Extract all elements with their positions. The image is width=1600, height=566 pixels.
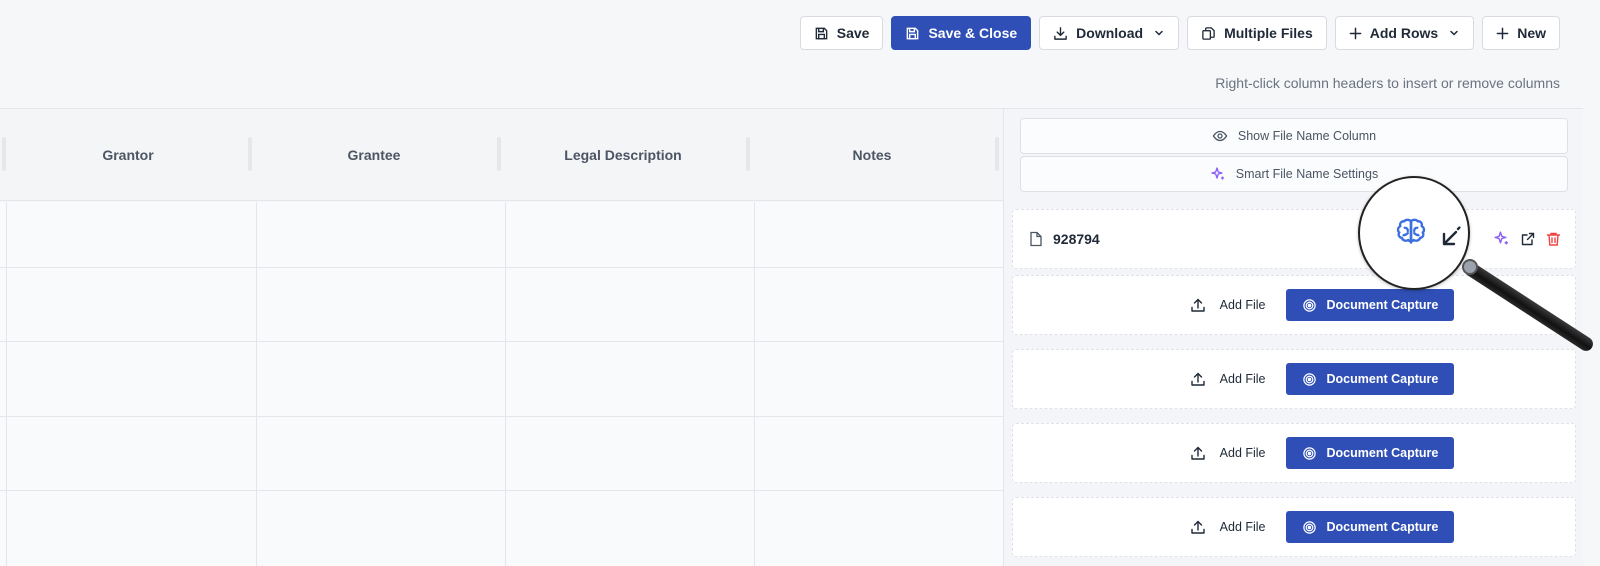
document-capture-label: Document Capture (1326, 520, 1439, 534)
add-file-label: Add File (1219, 298, 1266, 312)
upload-icon (1190, 298, 1205, 312)
column-hint: Right-click column headers to insert or … (1215, 75, 1560, 91)
column-header-legal-description[interactable]: Legal Description (501, 109, 745, 201)
save-close-button[interactable]: Save & Close (891, 16, 1032, 50)
magnifier-icon (1358, 176, 1470, 290)
column-header-grantor[interactable]: Grantor (6, 109, 250, 201)
file-row-actions: Add File Document Capture (1013, 511, 1575, 543)
chevron-down-icon (1155, 30, 1163, 36)
document-capture-label: Document Capture (1326, 446, 1439, 460)
target-icon (1302, 298, 1316, 312)
add-file-label: Add File (1219, 520, 1266, 534)
table-row[interactable] (0, 202, 1003, 268)
target-icon (1302, 446, 1316, 460)
target-icon (1302, 372, 1316, 386)
column-divider (6, 202, 7, 566)
add-rows-button[interactable]: Add Rows (1334, 16, 1475, 50)
download-button[interactable]: Download (1039, 16, 1180, 50)
trash-icon[interactable] (1546, 231, 1561, 247)
document-capture-button[interactable]: Document Capture (1285, 289, 1455, 321)
file-icon (1030, 231, 1042, 247)
files-icon (1202, 26, 1215, 40)
table-row[interactable] (0, 268, 1003, 342)
plus-icon (1349, 27, 1362, 39)
file-row-actions: Add File Document Capture (1013, 289, 1575, 321)
magnifier-ring (1462, 259, 1478, 275)
upload-icon (1190, 372, 1205, 386)
document-capture-label: Document Capture (1326, 372, 1439, 386)
upload-icon (1190, 520, 1205, 534)
file-drop-row[interactable]: Add File Document Capture (1012, 497, 1576, 557)
add-file-label: Add File (1219, 446, 1266, 460)
save-button[interactable]: Save (799, 16, 884, 50)
save-icon (907, 27, 919, 39)
file-actions (1493, 230, 1561, 247)
upload-icon (1190, 446, 1205, 460)
column-header-grantee[interactable]: Grantee (252, 109, 496, 201)
file-drop-row[interactable]: Add File Document Capture (1012, 349, 1576, 409)
save-icon (815, 27, 828, 39)
table-row[interactable] (0, 342, 1003, 417)
new-button[interactable]: New (1482, 16, 1560, 50)
arrow-icon (1442, 225, 1462, 246)
file-panel: Show File Name Column Smart File Name Se… (1003, 109, 1583, 566)
plus-icon (1496, 27, 1509, 39)
table-row[interactable] (0, 491, 1003, 566)
file-drop-row[interactable]: Add File Document Capture (1012, 423, 1576, 483)
column-resize-handle[interactable] (995, 137, 999, 171)
column-divider (754, 202, 755, 566)
document-capture-button[interactable]: Document Capture (1285, 363, 1455, 395)
document-capture-label: Document Capture (1326, 298, 1439, 312)
file-row[interactable]: 928794 (1012, 209, 1576, 269)
save-label: Save (836, 25, 870, 41)
column-divider (505, 202, 506, 566)
document-capture-button[interactable]: Document Capture (1285, 437, 1455, 469)
add-file-button[interactable]: Add File (1182, 511, 1274, 543)
data-grid: Grantor Grantee Legal Description Notes … (0, 108, 1583, 566)
target-icon (1302, 520, 1316, 534)
sparkle-icon[interactable] (1493, 230, 1510, 247)
add-rows-label: Add Rows (1369, 25, 1439, 41)
add-file-label: Add File (1219, 372, 1266, 386)
show-file-name-column-label: Show File Name Column (1237, 129, 1377, 143)
add-file-button[interactable]: Add File (1182, 437, 1274, 469)
sparkle-icon (1211, 167, 1224, 180)
chevron-down-icon (1450, 30, 1458, 36)
column-header-notes[interactable]: Notes (750, 109, 994, 201)
file-row-actions: Add File Document Capture (1013, 437, 1575, 469)
column-header-label: Notes (852, 147, 892, 163)
toolbar: Save Save & Close Download Multiple File… (799, 16, 1560, 50)
add-file-button[interactable]: Add File (1182, 289, 1274, 321)
document-capture-button[interactable]: Document Capture (1285, 511, 1455, 543)
column-divider (256, 202, 257, 566)
column-header-label: Legal Description (564, 147, 682, 163)
file-row-actions: Add File Document Capture (1013, 363, 1575, 395)
file-name: 928794 (1053, 231, 1100, 247)
column-header-label: Grantee (347, 147, 401, 163)
show-file-name-column-button[interactable]: Show File Name Column (1020, 118, 1568, 154)
table-row[interactable] (0, 417, 1003, 491)
download-icon (1054, 26, 1067, 40)
smart-file-name-settings-label: Smart File Name Settings (1235, 167, 1379, 181)
smart-file-name-settings-button[interactable]: Smart File Name Settings (1020, 156, 1568, 192)
external-link-icon[interactable] (1520, 231, 1536, 247)
new-label: New (1517, 25, 1546, 41)
column-headers: Grantor Grantee Legal Description Notes (0, 109, 1003, 201)
download-label: Download (1076, 25, 1144, 41)
column-header-label: Grantor (102, 147, 154, 163)
add-file-button[interactable]: Add File (1182, 363, 1274, 395)
multiple-files-button[interactable]: Multiple Files (1187, 16, 1327, 50)
eye-icon (1212, 130, 1228, 142)
save-close-label: Save & Close (928, 25, 1018, 41)
multiple-files-label: Multiple Files (1224, 25, 1313, 41)
brain-icon[interactable] (1394, 215, 1428, 249)
